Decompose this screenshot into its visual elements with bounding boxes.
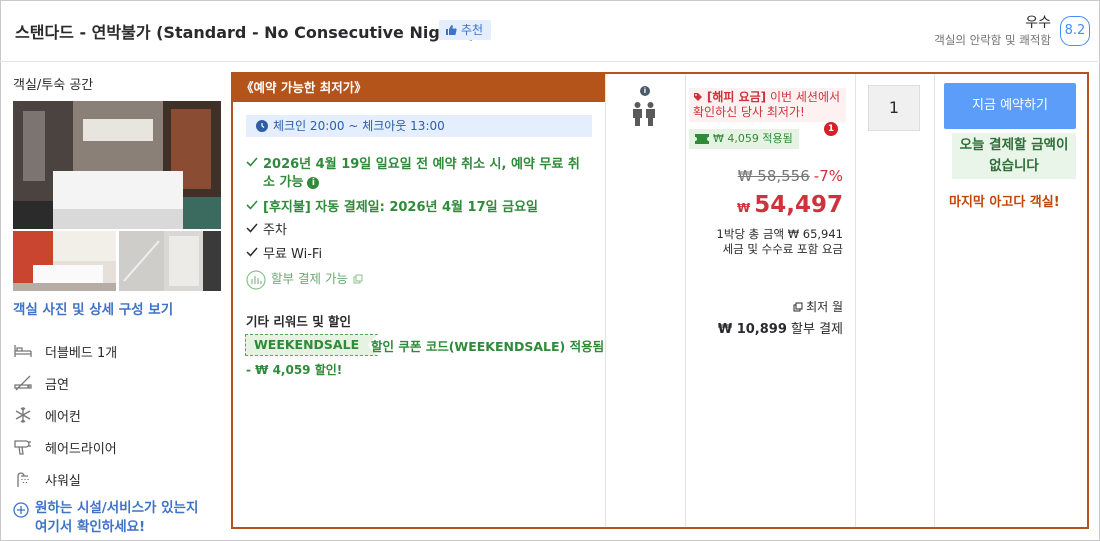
book-now-button[interactable]: 지금 예약하기 (944, 83, 1076, 129)
postpay-info: [후지불] 자동 결제일: 2026년 4월 17일 금요일 (246, 199, 538, 217)
installment-amount: ₩ 10,899 할부 결제 (718, 318, 843, 337)
check-icon (246, 199, 258, 217)
parking-feature: 주차 (246, 222, 287, 240)
amenity-label: 금연 (45, 377, 69, 393)
hair-dryer-icon (13, 437, 33, 457)
info-icon[interactable]: i (307, 177, 320, 189)
room-title: 스탠다드 - 연박불가 (Standard - No Consecutive N… (15, 23, 476, 42)
notification-badge: 1 (824, 122, 838, 136)
installment-text: 할부 결제 가능 (271, 271, 348, 286)
room-photo-thumb-2-image (119, 231, 221, 291)
quantity-column: 1 (856, 74, 935, 527)
room-details-column: 객실/투숙 공간 객실 사진 및 상세 구성 보기 더블베드 1개 금연 에어컨… (0, 62, 230, 541)
room-photo-thumb-1-image (13, 231, 116, 291)
discount-percent: -7% (813, 167, 843, 185)
happy-rate-label: [해피 요금] (706, 90, 767, 104)
final-price: ₩54,497 (737, 192, 843, 218)
guests-icon (632, 102, 656, 126)
no-payment-today: 오늘 결제할 금액이 없습니다 (952, 133, 1076, 179)
external-link-icon (793, 302, 803, 311)
wifi-feature: 무료 Wi-Fi (246, 246, 322, 264)
no-smoking-icon (13, 373, 33, 393)
rating-score: 8.2 (1060, 16, 1090, 46)
discount-applied-badge: ₩ 4,059 적용됨 (689, 129, 799, 149)
recommend-label: 추천 (461, 23, 484, 37)
snowflake-icon (13, 405, 33, 425)
free-cancellation: 2026년 4월 19일 일요일 전 예약 취소 시, 예약 무료 취소 가능 i (246, 156, 592, 192)
amenity-label: 에어컨 (45, 409, 81, 425)
amenity-item: 헤어드라이어 (13, 437, 117, 457)
room-photo-main-image (13, 101, 221, 229)
amenity-item: 샤워실 (13, 469, 81, 489)
coupon-code-tag: WEEKENDSALE (245, 334, 379, 356)
room-quantity-select[interactable]: 1 (868, 85, 920, 131)
plus-circle-icon (13, 502, 29, 518)
room-header: 스탠다드 - 연박불가 (Standard - No Consecutive N… (0, 0, 1100, 62)
installment-icon (246, 270, 266, 290)
installment-label[interactable]: 최저 월 (793, 298, 843, 315)
last-room-notice: 마지막 아고다 객실! (949, 195, 1060, 210)
booking-column: 지금 예약하기 오늘 결제할 금액이 없습니다 마지막 아고다 객실! (935, 74, 1087, 527)
room-photo-thumb-2[interactable] (119, 231, 221, 291)
thumbs-up-icon (446, 25, 457, 35)
checkin-info: 체크인 20:00 ~ 체크아웃 13:00 (246, 115, 592, 137)
info-icon[interactable]: i (640, 86, 650, 96)
installment-suffix: 할부 결제 (791, 322, 843, 337)
final-price-value: 54,497 (754, 192, 843, 218)
discount-applied-text: ₩ 4,059 적용됨 (713, 132, 793, 145)
section-title: 객실/투숙 공간 (13, 78, 94, 93)
offer-box: 《예약 가능한 최저가》 체크인 20:00 ~ 체크아웃 13:00 2026… (231, 72, 1089, 529)
amenity-label: 헤어드라이어 (45, 441, 117, 457)
check-icon (246, 222, 258, 240)
room-photo-thumb-1[interactable] (13, 231, 116, 291)
clock-icon (256, 120, 268, 132)
currency-symbol: ₩ (736, 201, 751, 215)
recommend-badge: 추천 (439, 20, 492, 40)
amenity-item: 에어컨 (13, 405, 81, 425)
taxes-note: 세금 및 수수료 포함 요금 (722, 242, 843, 256)
occupancy-column: i (606, 74, 686, 527)
shower-icon (13, 469, 33, 489)
lowest-price-ribbon: 《예약 가능한 최저가》 (233, 74, 605, 102)
amenity-label: 더블베드 1개 (45, 345, 118, 361)
rating-word: 우수 (1025, 15, 1051, 31)
amenities-inquiry-line2: 여기서 확인하세요! (35, 519, 146, 535)
tag-icon (694, 93, 702, 101)
coupon-applied-text: 할인 쿠폰 코드(WEEKENDSALE) 적용됨 (371, 339, 605, 354)
price-column: [해피 요금] 이번 세션에서 확인하신 당사 최저가! ₩ 4,059 적용됨… (686, 74, 856, 527)
offer-conditions: 《예약 가능한 최저가》 체크인 20:00 ~ 체크아웃 13:00 2026… (233, 74, 606, 527)
parking-text: 주차 (263, 223, 287, 238)
per-night-total: 1박당 총 금액 ₩ 65,941 (716, 227, 843, 241)
check-icon (246, 246, 258, 264)
coupon-discount: - ₩ 4,059 할인! (246, 363, 343, 377)
check-icon (246, 156, 258, 192)
amenity-label: 샤워실 (45, 473, 81, 489)
installment-amount-value: ₩ 10,899 (717, 322, 787, 337)
installment-label-text: 최저 월 (806, 300, 843, 314)
checkin-text: 체크인 20:00 ~ 체크아웃 13:00 (273, 119, 445, 133)
original-price-value: ₩ 58,556 (737, 167, 810, 185)
amenity-item: 더블베드 1개 (13, 341, 117, 361)
room-photo-main[interactable] (13, 101, 221, 229)
amenities-inquiry-link[interactable]: 원하는 시설/서비스가 있는지 여기서 확인하세요! (13, 499, 198, 537)
coupon-icon (695, 134, 709, 144)
amenity-item: 금연 (13, 373, 69, 393)
price-details: 1박당 총 금액 ₩ 65,941 세금 및 수수료 포함 요금 (717, 227, 843, 257)
rating-subtitle: 객실의 안락함 및 쾌적함 (934, 33, 1051, 47)
bed-icon (13, 341, 33, 361)
installment-feature[interactable]: 할부 결제 가능 (246, 270, 363, 290)
wifi-text: 무료 Wi-Fi (263, 247, 323, 262)
rewards-title: 기타 리워드 및 할인 (246, 314, 352, 329)
room-photos-link[interactable]: 객실 사진 및 상세 구성 보기 (13, 298, 173, 318)
amenities-inquiry-line1: 원하는 시설/서비스가 있는지 (35, 500, 199, 516)
external-link-icon (353, 274, 363, 284)
postpay-text: [후지불] 자동 결제일: 2026년 4월 17일 금요일 (263, 200, 538, 215)
original-price: ₩ 58,556 -7% (738, 167, 843, 185)
happy-rate-banner: [해피 요금] 이번 세션에서 확인하신 당사 최저가! (689, 88, 846, 122)
